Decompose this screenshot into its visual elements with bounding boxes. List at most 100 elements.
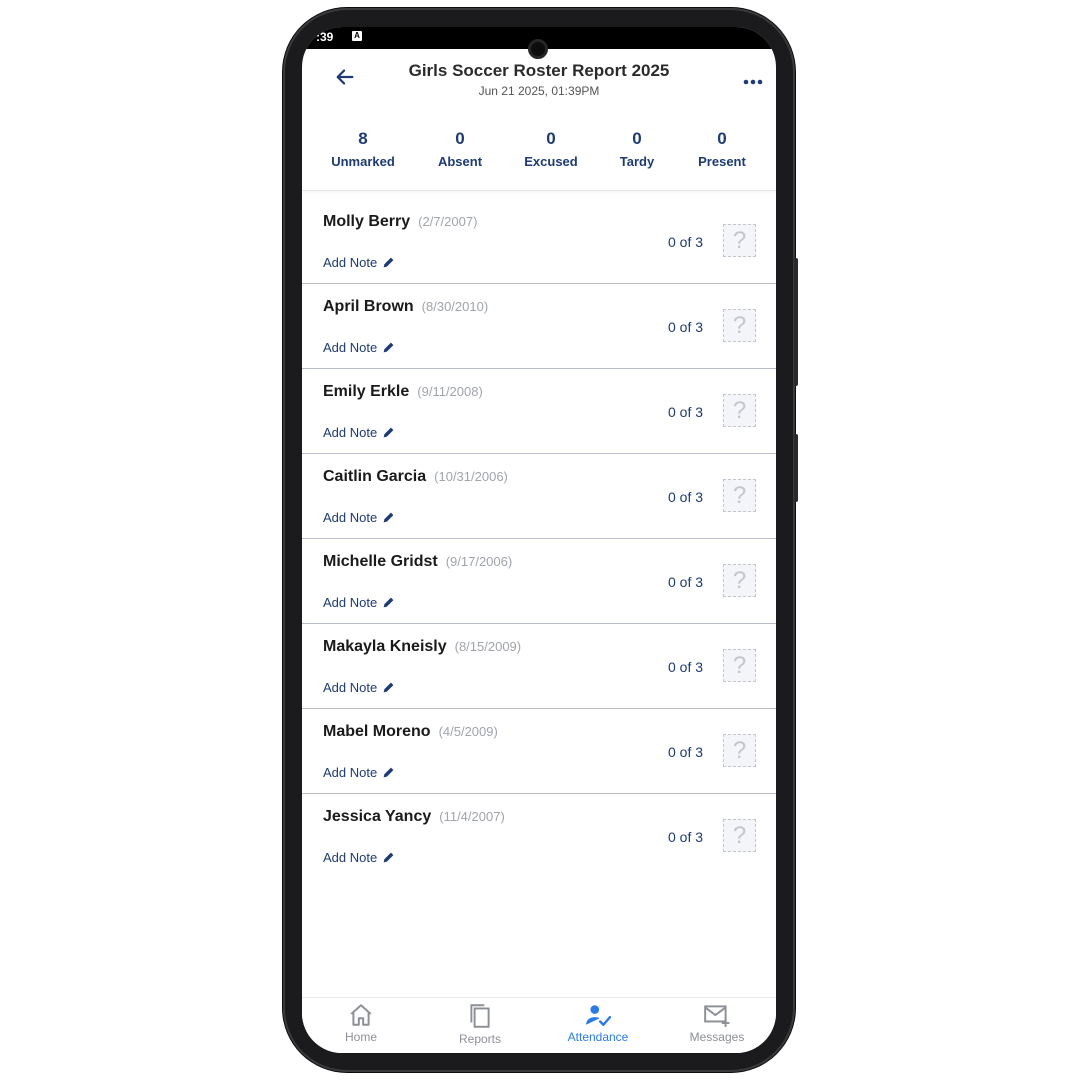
status-time: :39	[316, 30, 334, 44]
athlete-dob: (2/7/2007)	[418, 214, 478, 229]
athlete-name-text: Caitlin Garcia	[323, 468, 427, 485]
roster-row[interactable]: Mabel Moreno (4/5/2009) Add Note 0 of 3 ?	[302, 709, 776, 794]
stat-value: 8	[358, 129, 368, 148]
nav-label: Messages	[689, 1030, 745, 1044]
pencil-icon	[383, 427, 394, 438]
stat-value: 0	[546, 129, 556, 148]
stat-value: 0	[717, 129, 727, 148]
stat-label: Present	[698, 154, 746, 169]
power-button	[794, 434, 798, 502]
page-subtitle: Jun 21 2025, 01:39PM	[478, 84, 600, 98]
add-note-label: Add Note	[323, 765, 378, 780]
athlete-name-text: Makayla Kneisly	[323, 638, 447, 655]
add-note-link[interactable]: Add Note	[323, 510, 395, 525]
add-note-label: Add Note	[323, 425, 378, 440]
athlete-name: Caitlin Garcia (10/31/2006)	[323, 468, 508, 486]
athlete-name-text: Emily Erkle	[323, 383, 410, 400]
attendance-count: 0 of 3	[668, 234, 704, 250]
pencil-icon	[383, 767, 394, 778]
roster-row[interactable]: April Brown (8/30/2010) Add Note 0 of 3 ?	[302, 284, 776, 369]
stat-tardy[interactable]: 0 Tardy	[597, 129, 677, 169]
add-note-label: Add Note	[323, 510, 378, 525]
attendance-count: 0 of 3	[668, 319, 704, 335]
athlete-name: Molly Berry (2/7/2007)	[323, 213, 477, 231]
copy-icon	[470, 1004, 490, 1028]
mail-plus-icon	[704, 1005, 730, 1027]
nav-attendance[interactable]: Attendance	[543, 1002, 653, 1044]
nav-label: Attendance	[567, 1030, 629, 1044]
attendance-summary: 8 Unmarked 0 Absent 0 Excused 0 Tardy 0 …	[302, 117, 776, 191]
roster-row[interactable]: Jessica Yancy (11/4/2007) Add Note 0 of 3…	[302, 794, 776, 879]
athlete-name-text: Jessica Yancy	[323, 808, 432, 825]
status-toggle[interactable]: ?	[723, 394, 756, 427]
add-note-label: Add Note	[323, 850, 378, 865]
roster-row[interactable]: Caitlin Garcia (10/31/2006) Add Note 0 of…	[302, 454, 776, 539]
status-toggle[interactable]: ?	[723, 564, 756, 597]
more-options-icon[interactable]	[742, 78, 764, 86]
athlete-name: Emily Erkle (9/11/2008)	[323, 383, 483, 401]
athlete-name-text: April Brown	[323, 298, 414, 315]
nav-home[interactable]: Home	[306, 1002, 416, 1044]
stat-label: Unmarked	[331, 154, 395, 169]
athlete-name-text: Molly Berry	[323, 213, 411, 230]
athlete-name: Jessica Yancy (11/4/2007)	[323, 808, 505, 826]
add-note-label: Add Note	[323, 255, 378, 270]
add-note-link[interactable]: Add Note	[323, 680, 395, 695]
add-note-label: Add Note	[323, 680, 378, 695]
athlete-name: Mabel Moreno (4/5/2009)	[323, 723, 498, 741]
athlete-name-text: Mabel Moreno	[323, 723, 431, 740]
add-note-label: Add Note	[323, 595, 378, 610]
athlete-dob: (11/4/2007)	[439, 809, 505, 824]
stat-unmarked[interactable]: 8 Unmarked	[323, 129, 403, 169]
status-toggle[interactable]: ?	[723, 309, 756, 342]
add-note-link[interactable]: Add Note	[323, 765, 395, 780]
phone-screen: :39 A Girls Soccer Roster Report 2025 Ju…	[302, 27, 776, 1053]
pencil-icon	[383, 852, 394, 863]
athlete-dob: (8/30/2010)	[421, 299, 489, 314]
pencil-icon	[383, 597, 394, 608]
athlete-name: Makayla Kneisly (8/15/2009)	[323, 638, 521, 656]
roster-list: Molly Berry (2/7/2007) Add Note 0 of 3 ? …	[302, 199, 776, 879]
athlete-name: April Brown (8/30/2010)	[323, 298, 488, 316]
status-toggle[interactable]: ?	[723, 224, 756, 257]
volume-button	[794, 258, 798, 386]
stat-value: 0	[632, 129, 642, 148]
home-icon	[350, 1004, 372, 1026]
page-title: Girls Soccer Roster Report 2025	[408, 61, 670, 80]
status-toggle[interactable]: ?	[723, 819, 756, 852]
roster-row[interactable]: Makayla Kneisly (8/15/2009) Add Note 0 of…	[302, 624, 776, 709]
status-toggle[interactable]: ?	[723, 734, 756, 767]
roster-row[interactable]: Emily Erkle (9/11/2008) Add Note 0 of 3 ?	[302, 369, 776, 454]
stat-absent[interactable]: 0 Absent	[420, 129, 500, 169]
nav-messages[interactable]: Messages	[662, 1002, 772, 1044]
stat-value: 0	[455, 129, 465, 148]
stat-label: Excused	[524, 154, 578, 169]
athlete-dob: (9/11/2008)	[417, 384, 483, 399]
athlete-dob: (4/5/2009)	[438, 724, 498, 739]
add-note-link[interactable]: Add Note	[323, 255, 395, 270]
pencil-icon	[383, 342, 394, 353]
athlete-dob: (9/17/2006)	[445, 554, 513, 569]
athlete-dob: (8/15/2009)	[454, 639, 522, 654]
pencil-icon	[383, 682, 394, 693]
athlete-name: Michelle Gridst (9/17/2006)	[323, 553, 512, 571]
nav-label: Home	[344, 1030, 377, 1044]
add-note-label: Add Note	[323, 340, 378, 355]
attendance-count: 0 of 3	[668, 404, 704, 420]
bottom-navigation: Home Reports Attendance Messages	[302, 997, 776, 1053]
pencil-icon	[383, 257, 394, 268]
notification-icon: A	[352, 31, 362, 41]
stat-excused[interactable]: 0 Excused	[511, 129, 591, 169]
add-note-link[interactable]: Add Note	[323, 340, 395, 355]
roster-row[interactable]: Michelle Gridst (9/17/2006) Add Note 0 of…	[302, 539, 776, 624]
roster-row[interactable]: Molly Berry (2/7/2007) Add Note 0 of 3 ?	[302, 199, 776, 284]
nav-reports[interactable]: Reports	[425, 1002, 535, 1046]
status-toggle[interactable]: ?	[723, 649, 756, 682]
add-note-link[interactable]: Add Note	[323, 850, 395, 865]
attendance-count: 0 of 3	[668, 659, 704, 675]
status-toggle[interactable]: ?	[723, 479, 756, 512]
attendance-count: 0 of 3	[668, 744, 704, 760]
add-note-link[interactable]: Add Note	[323, 595, 395, 610]
stat-present[interactable]: 0 Present	[682, 129, 762, 169]
add-note-link[interactable]: Add Note	[323, 425, 395, 440]
